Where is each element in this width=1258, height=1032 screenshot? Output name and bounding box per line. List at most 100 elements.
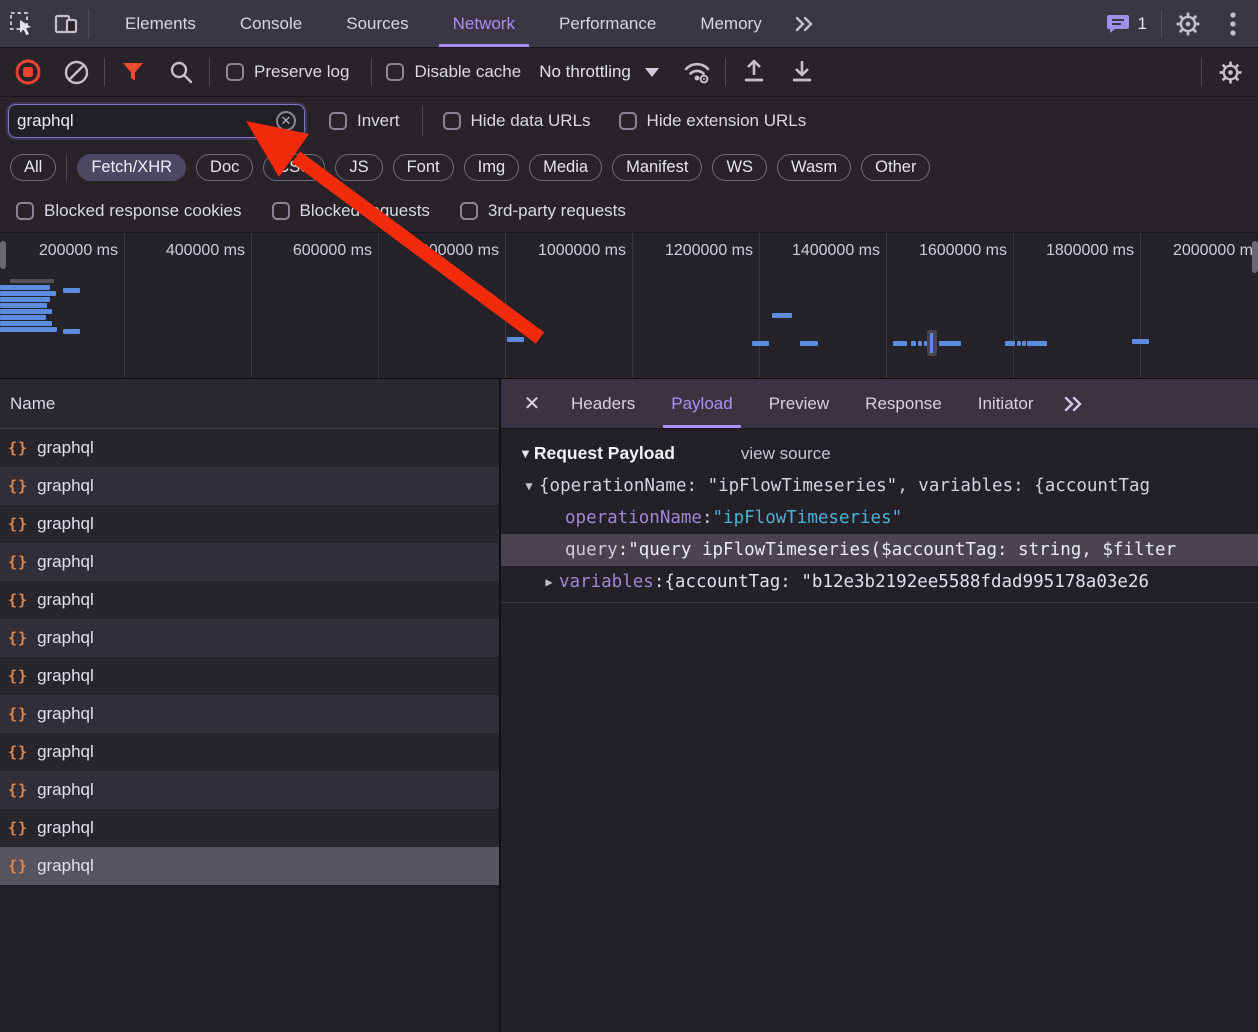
more-detail-tabs-chevron[interactable] [1051, 379, 1097, 428]
type-chip[interactable]: Font [393, 154, 454, 181]
device-toolbar-icon[interactable] [44, 0, 88, 47]
request-row[interactable]: {} graphql [0, 619, 499, 657]
inspect-element-icon[interactable] [0, 0, 44, 47]
waterfall-bar[interactable] [507, 337, 524, 342]
type-chip[interactable]: JS [335, 154, 382, 181]
request-row[interactable]: {} graphql [0, 847, 499, 885]
panel-tab[interactable]: Elements [103, 0, 218, 47]
detail-tab[interactable]: Payload [653, 379, 750, 428]
network-conditions-icon[interactable] [677, 53, 717, 91]
request-row[interactable]: {} graphql [0, 809, 499, 847]
issues-button[interactable]: 1 [1096, 13, 1157, 35]
waterfall-bar[interactable] [893, 341, 907, 346]
payload-query-line[interactable]: query: "query ipFlowTimeseries($accountT… [501, 534, 1258, 566]
detail-tab[interactable]: Headers [553, 379, 653, 428]
clear-filter-icon[interactable]: ✕ [276, 111, 296, 131]
request-row[interactable]: {} graphql [0, 505, 499, 543]
filter-option-checkbox[interactable]: Blocked requests [272, 201, 430, 221]
more-tabs-chevron[interactable] [784, 0, 826, 47]
filter-input[interactable] [17, 111, 276, 131]
request-row[interactable]: {} graphql [0, 543, 499, 581]
expand-triangle-icon[interactable]: ▶ [539, 575, 559, 589]
waterfall-bar[interactable] [0, 291, 56, 296]
network-overview-timeline[interactable]: 200000 ms400000 ms600000 ms800000 ms1000… [0, 233, 1258, 379]
collapse-triangle-icon[interactable]: ▼ [519, 446, 532, 461]
type-chip[interactable]: Fetch/XHR [77, 154, 186, 181]
export-har-icon[interactable] [782, 53, 822, 91]
filter-funnel-icon[interactable] [113, 53, 153, 91]
payload-variables-line[interactable]: ▶ variables: {accountTag: "b12e3b2192ee5… [501, 566, 1258, 598]
detail-tab[interactable]: Preview [751, 379, 847, 428]
preserve-log-checkbox[interactable]: Preserve log [226, 62, 349, 82]
request-row[interactable]: {} graphql [0, 581, 499, 619]
record-button[interactable] [8, 53, 48, 91]
filter-option-checkbox[interactable]: 3rd-party requests [460, 201, 626, 221]
request-row[interactable]: {} graphql [0, 657, 499, 695]
panel-tab[interactable]: Sources [324, 0, 430, 47]
payload-root-line[interactable]: ▼ {operationName: "ipFlowTimeseries", va… [501, 470, 1258, 502]
waterfall-bar[interactable] [10, 279, 54, 283]
waterfall-bar[interactable] [800, 341, 818, 346]
name-column-header[interactable]: Name [0, 379, 499, 429]
request-row[interactable]: {} graphql [0, 733, 499, 771]
kebab-menu-icon[interactable] [1214, 11, 1252, 37]
waterfall-bar[interactable] [1132, 339, 1149, 344]
detail-tab[interactable]: Initiator [960, 379, 1052, 428]
detail-tab[interactable]: Response [847, 379, 960, 428]
waterfall-selection-marker[interactable] [927, 330, 937, 356]
request-row[interactable]: {} graphql [0, 429, 499, 467]
panel-tab[interactable]: Network [431, 0, 537, 47]
waterfall-bar[interactable] [0, 315, 46, 320]
waterfall-bar[interactable] [0, 297, 50, 302]
settings-gear-icon[interactable] [1166, 11, 1210, 37]
request-row[interactable]: {} graphql [0, 771, 499, 809]
chip-all[interactable]: All [10, 154, 56, 181]
type-chip[interactable]: Img [464, 154, 520, 181]
timeline-scroll-handle-left[interactable] [0, 241, 6, 269]
type-chip[interactable]: CSS [263, 154, 325, 181]
import-har-icon[interactable] [734, 53, 774, 91]
network-settings-gear-icon[interactable] [1210, 53, 1250, 91]
waterfall-bar[interactable] [1017, 341, 1021, 346]
type-chip[interactable]: Wasm [777, 154, 851, 181]
disable-cache-checkbox[interactable]: Disable cache [386, 62, 521, 82]
waterfall-bar[interactable] [0, 321, 52, 326]
request-row[interactable]: {} graphql [0, 467, 499, 505]
waterfall-bar[interactable] [918, 341, 922, 346]
waterfall-bar[interactable] [772, 313, 792, 318]
waterfall-bar[interactable] [0, 285, 50, 290]
waterfall-bar[interactable] [63, 329, 80, 334]
close-detail-icon[interactable]: ✕ [511, 379, 553, 428]
timeline-scroll-handle-right[interactable] [1252, 241, 1258, 273]
type-chip[interactable]: Manifest [612, 154, 702, 181]
expand-triangle-icon[interactable]: ▼ [519, 479, 539, 493]
type-chip[interactable]: Media [529, 154, 602, 181]
type-chip[interactable]: WS [712, 154, 767, 181]
waterfall-bar[interactable] [0, 303, 47, 308]
checkbox-box [16, 202, 34, 220]
waterfall-bar[interactable] [1022, 341, 1026, 346]
panel-tab[interactable]: Performance [537, 0, 678, 47]
type-chip[interactable]: Other [861, 154, 930, 181]
waterfall-bar[interactable] [939, 341, 961, 346]
hide-extension-urls-checkbox[interactable]: Hide extension URLs [619, 111, 807, 131]
filter-option-checkbox[interactable]: Blocked response cookies [16, 201, 242, 221]
panel-tab[interactable]: Console [218, 0, 324, 47]
invert-checkbox[interactable]: Invert [329, 111, 400, 131]
search-icon[interactable] [161, 53, 201, 91]
hide-data-urls-checkbox[interactable]: Hide data URLs [443, 111, 591, 131]
waterfall-bar[interactable] [0, 327, 57, 332]
waterfall-bar[interactable] [1027, 341, 1047, 346]
payload-operation-name-line[interactable]: operationName: "ipFlowTimeseries" [501, 502, 1258, 534]
waterfall-bar[interactable] [0, 309, 52, 314]
throttling-dropdown[interactable]: No throttling [529, 62, 669, 82]
waterfall-bar[interactable] [1005, 341, 1015, 346]
view-source-link[interactable]: view source [741, 444, 831, 464]
waterfall-bar[interactable] [911, 341, 916, 346]
clear-network-log-icon[interactable] [56, 53, 96, 91]
request-row[interactable]: {} graphql [0, 695, 499, 733]
type-chip[interactable]: Doc [196, 154, 253, 181]
waterfall-bar[interactable] [752, 341, 769, 346]
waterfall-bar[interactable] [63, 288, 80, 293]
panel-tab[interactable]: Memory [678, 0, 783, 47]
